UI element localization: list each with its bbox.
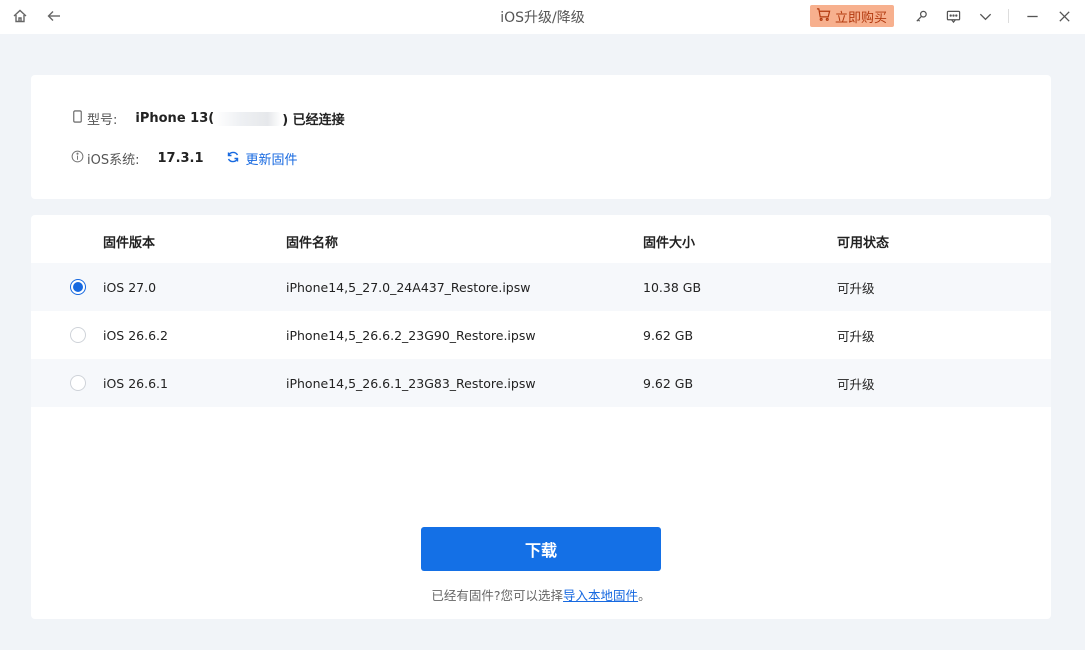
firmware-name: iPhone14,5_26.6.1_23G83_Restore.ipsw: [286, 375, 536, 391]
import-hint-end: 。: [638, 588, 651, 603]
chevron-down-icon[interactable]: [974, 5, 996, 27]
device-connected-status: ) 已经连接: [282, 113, 345, 128]
firmware-version: iOS 26.6.2: [103, 327, 168, 343]
firmware-version: iOS 26.6.1: [103, 375, 168, 391]
title-bar-actions: 立即购买: [809, 5, 1075, 27]
table-row[interactable]: iOS 26.6.2 iPhone14,5_26.6.2_23G90_Resto…: [31, 311, 1051, 359]
device-model-label: 型号:: [71, 109, 117, 128]
import-hint-text: 已经有固件?您可以选择: [431, 588, 564, 603]
header-firmware-version: 固件版本: [103, 235, 156, 251]
header-firmware-size: 固件大小: [643, 235, 696, 251]
redacted-serial: [215, 111, 282, 126]
header-firmware-name: 固件名称: [286, 235, 339, 251]
feedback-icon[interactable]: [942, 5, 964, 27]
title-bar: iOS升级/降级 立即购买: [0, 0, 1085, 34]
header-availability: 可用状态: [837, 235, 890, 251]
firmware-name: iPhone14,5_26.6.2_23G90_Restore.ipsw: [286, 327, 536, 343]
close-icon[interactable]: [1053, 5, 1075, 27]
update-firmware-link[interactable]: 更新固件: [226, 149, 298, 168]
radio-checked[interactable]: [70, 279, 86, 295]
device-model-value: iPhone 13(: [135, 111, 215, 126]
buy-now-label: 立即购买: [834, 10, 887, 26]
import-local-firmware-link[interactable]: 导入本地固件: [563, 588, 638, 603]
refresh-icon: [226, 150, 240, 168]
buy-now-button[interactable]: 立即购买: [809, 5, 894, 27]
firmware-list-card: 固件版本 固件名称 固件大小 可用状态 iOS 27.0 iPhone14,5_…: [31, 215, 1051, 619]
phone-icon: [71, 110, 84, 127]
table-row[interactable]: iOS 26.6.1 iPhone14,5_26.6.1_23G83_Resto…: [31, 359, 1051, 407]
ios-version-label: iOS系统:: [71, 149, 139, 168]
firmware-name: iPhone14,5_27.0_24A437_Restore.ipsw: [286, 279, 531, 295]
firmware-status: 可升级: [837, 328, 875, 344]
cart-icon: [816, 7, 831, 26]
firmware-status: 可升级: [837, 280, 875, 296]
firmware-version: iOS 27.0: [103, 279, 157, 295]
radio-unchecked[interactable]: [70, 375, 86, 391]
key-icon[interactable]: [910, 5, 932, 27]
ios-version-row: iOS系统: 17.3.1 更新固件: [71, 149, 298, 168]
table-row[interactable]: iOS 27.0 iPhone14,5_27.0_24A437_Restore.…: [31, 263, 1051, 311]
firmware-status: 可升级: [837, 376, 875, 392]
firmware-radio[interactable]: [70, 327, 86, 343]
radio-unchecked[interactable]: [70, 327, 86, 343]
device-info-card: 型号: iPhone 13( ) 已经连接 iOS系统: 17.3.1 更新固件: [31, 75, 1051, 199]
firmware-radio[interactable]: [70, 279, 86, 295]
info-icon: [71, 150, 84, 167]
firmware-size: 9.62 GB: [643, 327, 694, 343]
firmware-radio[interactable]: [70, 375, 86, 391]
title-bar-divider: [1008, 9, 1009, 23]
firmware-size: 10.38 GB: [643, 279, 702, 295]
minimize-icon[interactable]: [1021, 5, 1043, 27]
download-button[interactable]: 下载: [421, 527, 661, 571]
import-hint: 已经有固件?您可以选择导入本地固件。: [31, 585, 1051, 604]
firmware-size: 9.62 GB: [643, 375, 694, 391]
firmware-table-header: 固件版本 固件名称 固件大小 可用状态: [31, 217, 1051, 265]
ios-version-value: 17.3.1: [157, 151, 204, 166]
device-model-row: 型号: iPhone 13( ) 已经连接: [71, 109, 345, 128]
